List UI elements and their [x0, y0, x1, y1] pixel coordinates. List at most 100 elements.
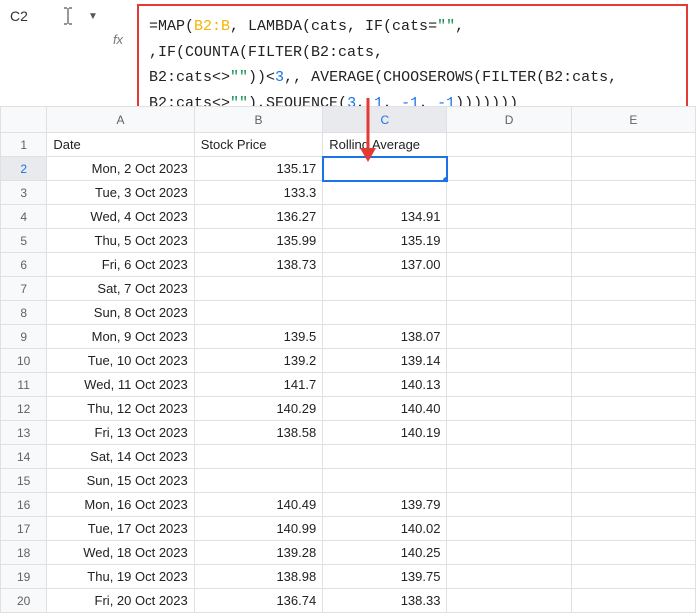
cell[interactable] [571, 493, 695, 517]
row-header[interactable]: 11 [1, 373, 47, 397]
row-header[interactable]: 19 [1, 565, 47, 589]
cell[interactable] [571, 445, 695, 469]
cell[interactable] [323, 301, 447, 325]
row-header[interactable]: 7 [1, 277, 47, 301]
cell[interactable]: 140.99 [194, 517, 322, 541]
row-header[interactable]: 10 [1, 349, 47, 373]
cell[interactable] [571, 589, 695, 613]
select-all-corner[interactable] [1, 107, 47, 133]
cell[interactable]: 140.02 [323, 517, 447, 541]
cell[interactable] [447, 349, 571, 373]
cell[interactable] [447, 469, 571, 493]
cell[interactable] [571, 397, 695, 421]
cell[interactable]: Mon, 9 Oct 2023 [47, 325, 194, 349]
row-header[interactable]: 14 [1, 445, 47, 469]
cell[interactable]: 140.40 [323, 397, 447, 421]
cell[interactable]: 140.25 [323, 541, 447, 565]
cell[interactable]: 140.29 [194, 397, 322, 421]
cell[interactable] [447, 421, 571, 445]
name-box-dropdown[interactable]: ▼ [83, 4, 103, 28]
cell[interactable] [447, 541, 571, 565]
cell[interactable] [194, 445, 322, 469]
cell[interactable] [571, 157, 695, 181]
cell[interactable] [447, 229, 571, 253]
cell[interactable] [447, 445, 571, 469]
row-header[interactable]: 17 [1, 517, 47, 541]
row-header[interactable]: 12 [1, 397, 47, 421]
cell[interactable]: Rolling Average [323, 133, 447, 157]
cell[interactable]: Mon, 2 Oct 2023 [47, 157, 194, 181]
cell[interactable]: 138.98 [194, 565, 322, 589]
cell[interactable]: 139.2 [194, 349, 322, 373]
cell[interactable]: 139.79 [323, 493, 447, 517]
cell[interactable]: 140.13 [323, 373, 447, 397]
cell[interactable] [447, 517, 571, 541]
cell[interactable]: 139.14 [323, 349, 447, 373]
cell[interactable]: 133.3 [194, 181, 322, 205]
cell[interactable] [194, 277, 322, 301]
cell[interactable] [571, 205, 695, 229]
cell[interactable] [571, 541, 695, 565]
cell[interactable] [571, 517, 695, 541]
cell[interactable]: Mon, 16 Oct 2023 [47, 493, 194, 517]
row-header[interactable]: 18 [1, 541, 47, 565]
row-header[interactable]: 1 [1, 133, 47, 157]
cell[interactable] [447, 253, 571, 277]
cell[interactable]: 138.58 [194, 421, 322, 445]
cell[interactable]: Stock Price [194, 133, 322, 157]
cell[interactable] [447, 157, 571, 181]
cell[interactable]: Tue, 17 Oct 2023 [47, 517, 194, 541]
cell[interactable] [447, 373, 571, 397]
cell[interactable] [447, 325, 571, 349]
cell[interactable] [571, 181, 695, 205]
row-header[interactable]: 5 [1, 229, 47, 253]
cell[interactable] [447, 301, 571, 325]
cell[interactable] [323, 181, 447, 205]
cell[interactable] [571, 373, 695, 397]
cell[interactable]: Sun, 8 Oct 2023 [47, 301, 194, 325]
cell[interactable] [447, 565, 571, 589]
cell[interactable] [447, 181, 571, 205]
cell[interactable]: Tue, 10 Oct 2023 [47, 349, 194, 373]
cell[interactable]: 137.00 [323, 253, 447, 277]
cell[interactable]: Fri, 20 Oct 2023 [47, 589, 194, 613]
cell[interactable]: 136.74 [194, 589, 322, 613]
cell[interactable]: 135.17 [194, 157, 322, 181]
cell[interactable]: Date [47, 133, 194, 157]
cell[interactable] [447, 133, 571, 157]
cell[interactable] [571, 469, 695, 493]
cell[interactable] [447, 493, 571, 517]
cell[interactable] [194, 301, 322, 325]
column-header-d[interactable]: D [447, 107, 571, 133]
cell[interactable]: 139.5 [194, 325, 322, 349]
cell[interactable] [571, 565, 695, 589]
row-header[interactable]: 15 [1, 469, 47, 493]
cell[interactable]: Wed, 4 Oct 2023 [47, 205, 194, 229]
cell[interactable] [323, 277, 447, 301]
cell[interactable] [447, 205, 571, 229]
column-header-a[interactable]: A [47, 107, 194, 133]
cell[interactable]: Sun, 15 Oct 2023 [47, 469, 194, 493]
cell[interactable]: Thu, 12 Oct 2023 [47, 397, 194, 421]
cell[interactable]: 140.49 [194, 493, 322, 517]
cell[interactable]: 138.73 [194, 253, 322, 277]
selection-handle[interactable] [443, 177, 447, 181]
cell[interactable] [571, 421, 695, 445]
cell[interactable] [447, 397, 571, 421]
cell[interactable] [323, 469, 447, 493]
row-header[interactable]: 8 [1, 301, 47, 325]
cell[interactable]: Fri, 6 Oct 2023 [47, 253, 194, 277]
cell[interactable]: 135.99 [194, 229, 322, 253]
cell[interactable]: 134.91 [323, 205, 447, 229]
cell[interactable]: 141.7 [194, 373, 322, 397]
cell[interactable] [571, 277, 695, 301]
cell[interactable] [447, 589, 571, 613]
row-header[interactable]: 9 [1, 325, 47, 349]
row-header[interactable]: 16 [1, 493, 47, 517]
row-header[interactable]: 2 [1, 157, 47, 181]
cell[interactable]: 135.19 [323, 229, 447, 253]
column-header-e[interactable]: E [571, 107, 695, 133]
cell[interactable]: Thu, 19 Oct 2023 [47, 565, 194, 589]
column-header-c[interactable]: C [323, 107, 447, 133]
cell[interactable]: Thu, 5 Oct 2023 [47, 229, 194, 253]
